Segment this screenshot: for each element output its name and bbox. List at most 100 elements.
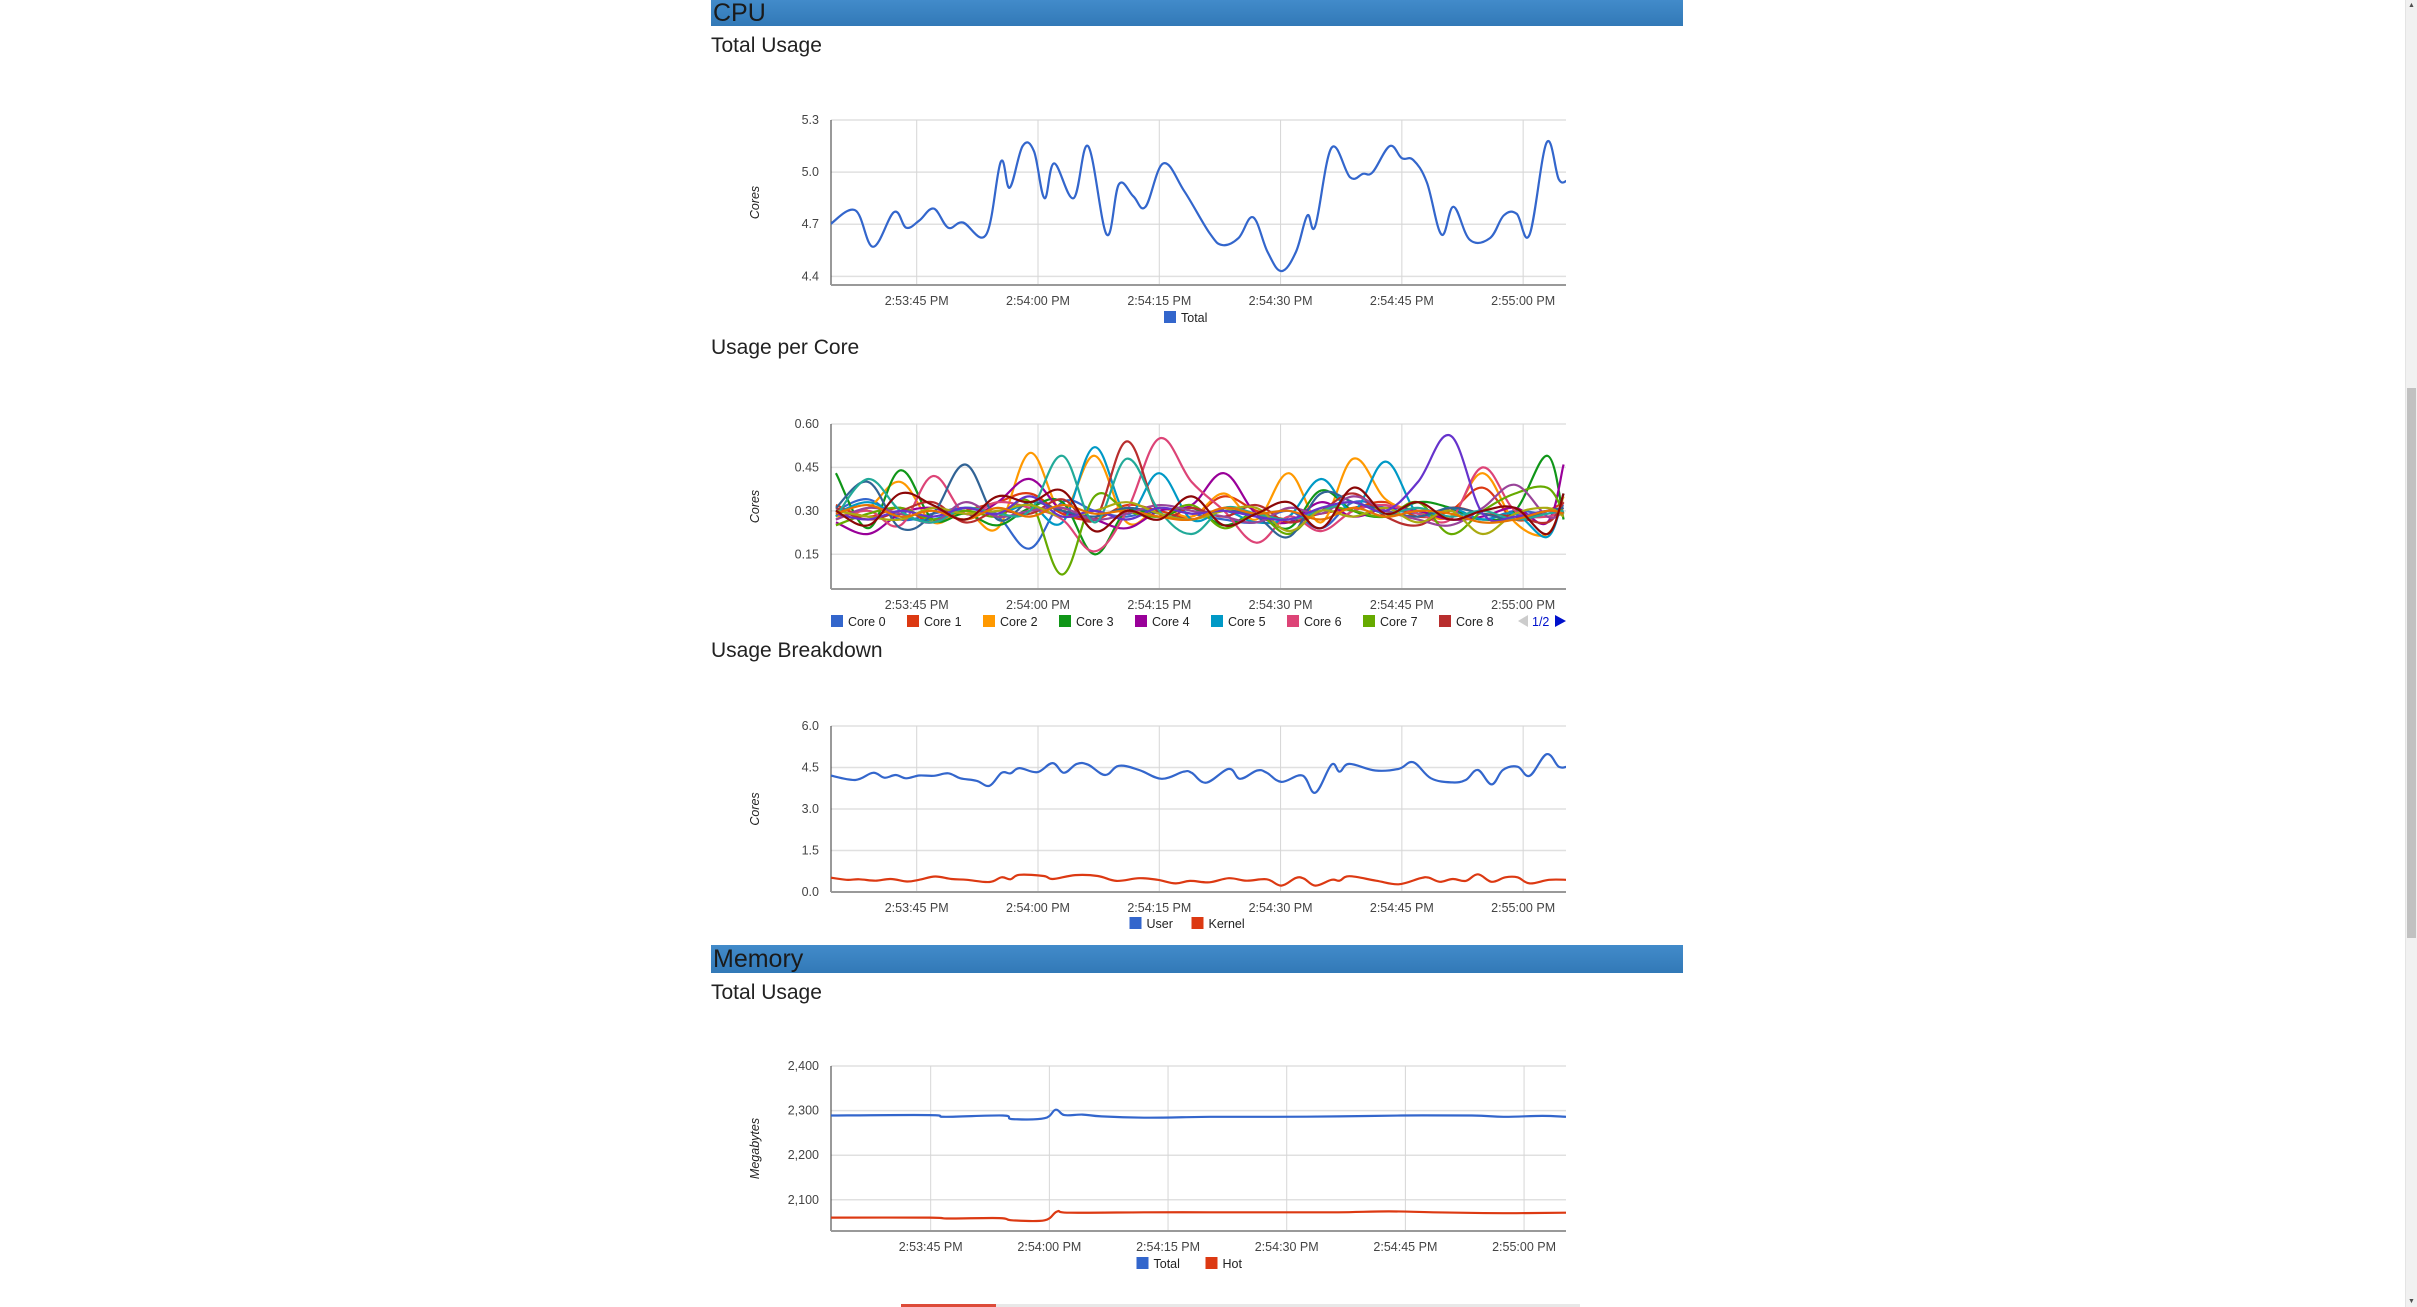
legend-swatch [1191, 917, 1204, 929]
x-tick-label: 2:53:45 PM [885, 598, 949, 612]
y-tick-label: 2,400 [788, 1059, 819, 1073]
legend-item[interactable]: Total [1136, 1257, 1180, 1271]
x-tick-label: 2:54:45 PM [1370, 598, 1434, 612]
x-tick-label: 2:54:15 PM [1136, 1240, 1200, 1254]
y-tick-label: 2,300 [788, 1104, 819, 1118]
x-tick-label: 2:53:45 PM [899, 1240, 963, 1254]
series-line-user [831, 753, 1566, 794]
legend-item[interactable]: Core 3 [1059, 615, 1114, 629]
y-tick-label: 5.3 [802, 113, 819, 127]
x-tick-label: 2:54:30 PM [1255, 1240, 1319, 1254]
legend-item[interactable]: Core 2 [983, 615, 1038, 629]
x-tick-label: 2:55:00 PM [1491, 901, 1555, 915]
legend-label: Core 1 [924, 615, 962, 629]
legend-swatch [1136, 1257, 1149, 1269]
legend-item[interactable]: Total [1164, 311, 1207, 325]
legend-swatch [1129, 917, 1142, 929]
legend-label: Core 7 [1380, 615, 1418, 629]
memory-section-title: Memory [713, 945, 804, 973]
usage-breakdown-chart: 6.0 4.5 3.0 1.5 0.0 2:53:45 PM 2:54:00 PM 2:54:… [748, 719, 1566, 931]
legend-item[interactable]: Core 7 [1363, 615, 1418, 629]
vertical-scrollbar[interactable]: ▲ ▼ [2405, 0, 2417, 1307]
scrollbar-thumb[interactable] [2407, 388, 2416, 938]
triangle-left-icon[interactable] [1518, 615, 1528, 627]
legend-label: Core 6 [1304, 615, 1342, 629]
legend-swatch [1164, 311, 1176, 323]
legend: User Kernel [1129, 917, 1245, 931]
series-group [831, 1108, 1566, 1223]
cpu-section-title: CPU [713, 0, 766, 27]
legend-label: Core 2 [1000, 615, 1038, 629]
scroll-down-arrow-icon[interactable]: ▼ [2406, 1296, 2417, 1307]
x-tick-label: 2:54:30 PM [1249, 294, 1313, 308]
legend-item[interactable]: Core 5 [1211, 615, 1266, 629]
x-tick-label: 2:55:00 PM [1491, 294, 1555, 308]
cpu-section-header: CPU [711, 0, 1683, 26]
x-tick-label: 2:54:00 PM [1006, 598, 1070, 612]
cpu-total-usage-chart: 5.3 5.0 4.7 4.4 2:53:45 PM 2:54:00 PM 2:54:15 … [748, 113, 1566, 325]
x-tick-label: 2:54:30 PM [1249, 901, 1313, 915]
y-tick-label: 0.30 [795, 504, 819, 518]
scroll-up-arrow-icon[interactable]: ▲ [2406, 0, 2417, 11]
memory-total-usage-chart: 2,400 2,300 2,200 2,100 2:53:45 PM 2:54:00 PM… [748, 1059, 1566, 1271]
y-tick-label: 0.15 [795, 547, 819, 561]
legend-item[interactable]: Kernel [1191, 917, 1245, 931]
usage-per-core-chart: 0.60 0.45 0.30 0.15 2:53:45 PM 2:54:00 PM 2:54… [748, 417, 1566, 629]
legend-swatch [907, 615, 919, 627]
legend-label: Core 0 [848, 615, 886, 629]
usage-per-core-title: Usage per Core [711, 336, 860, 359]
legend-item[interactable]: Core 1 [907, 615, 962, 629]
y-tick-label: 0.0 [802, 885, 819, 899]
x-tick-label: 2:54:15 PM [1127, 901, 1191, 915]
y-axis-title: Cores [748, 792, 762, 825]
x-tick-label: 2:54:00 PM [1017, 1240, 1081, 1254]
series-group [831, 139, 1566, 273]
y-tick-label: 2,100 [788, 1193, 819, 1207]
legend: Total [1164, 311, 1207, 325]
legend-swatch [983, 615, 995, 627]
x-tick-label: 2:55:00 PM [1492, 1240, 1556, 1254]
series-group [831, 753, 1566, 887]
legend-label: Core 3 [1076, 615, 1114, 629]
triangle-right-icon[interactable] [1555, 615, 1566, 627]
x-tick-label: 2:54:45 PM [1370, 901, 1434, 915]
legend-item[interactable]: Core 6 [1287, 615, 1342, 629]
legend-swatch [1059, 615, 1071, 627]
series-line-core-3 [834, 454, 1565, 556]
legend-swatch [831, 615, 843, 627]
y-tick-label: 4.5 [802, 761, 819, 775]
legend-swatch [1287, 615, 1299, 627]
y-tick-label: 2,200 [788, 1148, 819, 1162]
y-tick-label: 5.0 [802, 165, 819, 179]
usage-breakdown-title: Usage Breakdown [711, 639, 883, 662]
legend-label: User [1147, 917, 1173, 931]
cpu-total-usage-title: Total Usage [711, 34, 822, 57]
legend: Total Hot [1136, 1257, 1243, 1271]
legend-item[interactable]: Core 4 [1135, 615, 1190, 629]
legend-page-indicator: 1/2 [1532, 615, 1549, 629]
legend-label: Hot [1223, 1257, 1243, 1271]
y-tick-label: 6.0 [802, 719, 819, 733]
x-tick-label: 2:55:00 PM [1491, 598, 1555, 612]
legend-item[interactable]: User [1129, 917, 1173, 931]
x-tick-label: 2:54:45 PM [1370, 294, 1434, 308]
legend-swatch [1363, 615, 1375, 627]
legend-label: Core 8 [1456, 615, 1494, 629]
legend-item[interactable]: Core 0 [831, 615, 886, 629]
y-tick-label: 0.45 [795, 460, 819, 474]
legend-label: Core 5 [1228, 615, 1266, 629]
y-tick-label: 0.60 [795, 417, 819, 431]
y-tick-label: 3.0 [802, 802, 819, 816]
legend-swatch [1439, 615, 1451, 627]
x-tick-label: 2:54:00 PM [1006, 901, 1070, 915]
x-tick-label: 2:54:30 PM [1249, 598, 1313, 612]
y-axis-title: Cores [748, 186, 762, 219]
legend-item[interactable]: Core 8 [1439, 615, 1494, 629]
series-line-total [831, 139, 1566, 273]
x-tick-label: 2:54:45 PM [1373, 1240, 1437, 1254]
x-tick-label: 2:54:15 PM [1127, 294, 1191, 308]
legend-swatch [1205, 1257, 1218, 1269]
legend-item[interactable]: Hot [1205, 1257, 1243, 1271]
x-tick-label: 2:53:45 PM [885, 901, 949, 915]
y-tick-label: 4.7 [802, 217, 819, 231]
